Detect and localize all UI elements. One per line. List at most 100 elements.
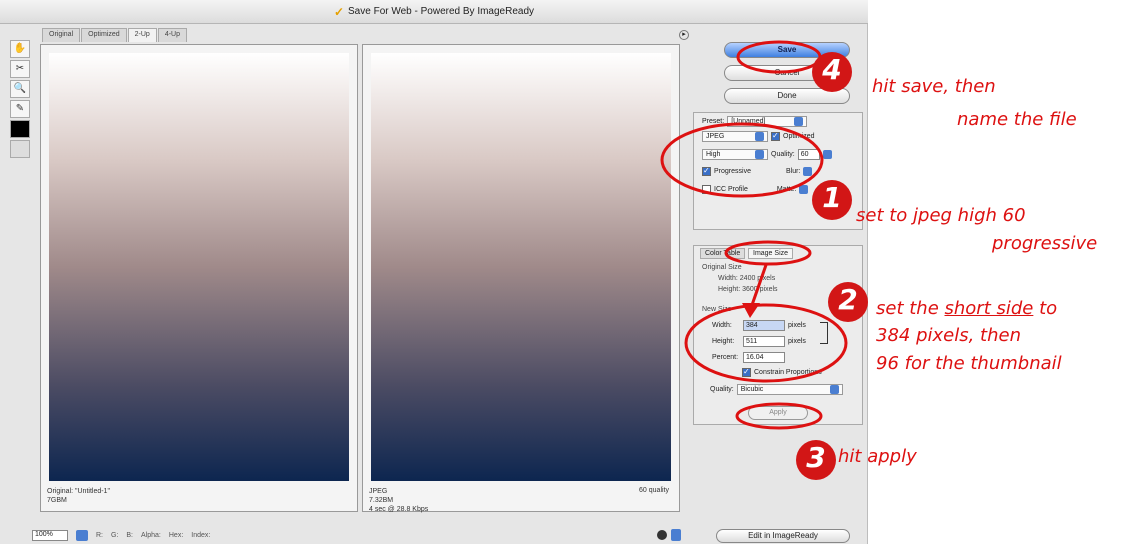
blur-slider-button[interactable]	[803, 167, 813, 176]
eyedropper-tool-icon[interactable]: ✎	[10, 100, 30, 118]
quality-level-value: High	[706, 150, 721, 158]
original-size: 7GBM	[47, 497, 67, 504]
format-value: JPEG	[706, 132, 725, 140]
index-readout: Index:	[191, 531, 211, 539]
app-icon: ✓	[333, 4, 345, 19]
red-readout: R:	[96, 531, 103, 539]
original-name: Original: "Untitled-1"	[47, 488, 110, 495]
quality-level-select[interactable]: High	[702, 149, 768, 160]
tab-2-up[interactable]: 2-Up	[127, 28, 157, 42]
hand-tool-icon[interactable]: ✋	[10, 40, 30, 58]
progressive-label: Progressive	[714, 168, 751, 175]
preset-select[interactable]: [Unnamed]	[727, 116, 808, 127]
quality-input[interactable]: 60	[797, 149, 820, 160]
quality-label: Quality:	[771, 151, 795, 158]
browser-preview-dropdown[interactable]	[671, 529, 681, 541]
optimized-download-time: 4 sec @ 28.8 Kbps	[369, 506, 429, 513]
image-size-panel	[693, 245, 863, 425]
title-bar: ✓ Save For Web - Powered By ImageReady	[0, 0, 868, 24]
original-preview-pane: Original: "Untitled-1" 7GBM	[40, 44, 358, 512]
slice-select-tool-icon[interactable]: ✂	[10, 60, 30, 78]
zoom-tool-icon[interactable]: 🔍	[10, 80, 30, 98]
step-2-line-2: 384 pixels, then	[876, 325, 1022, 346]
resample-quality-label: Quality:	[710, 386, 734, 393]
view-tabs: Original Optimized 2-Up 4-Up	[42, 28, 678, 42]
format-row: JPEG Optimized	[702, 131, 815, 142]
toggle-slices-icon[interactable]	[10, 140, 30, 158]
edit-in-imageready-button[interactable]: Edit in ImageReady	[716, 529, 850, 543]
optimized-quality: 60 quality	[639, 487, 669, 494]
step-2-badge: 2	[828, 282, 868, 322]
optimized-checkbox[interactable]	[771, 131, 780, 141]
original-image	[49, 53, 349, 481]
width-row: Width: 384 pixels	[712, 320, 806, 331]
zoom-dropdown-button[interactable]	[76, 529, 88, 541]
percent-row: Percent: 16.04	[712, 352, 785, 363]
blur-label: Blur:	[785, 168, 801, 175]
step-2-text-pre: set the	[876, 298, 945, 319]
constrain-proportions-checkbox[interactable]	[742, 367, 751, 377]
width-input[interactable]: 384	[743, 320, 785, 331]
icc-row: ICC Profile Matte:	[702, 185, 809, 194]
width-unit: pixels	[788, 322, 806, 329]
optimized-label: Optimized	[783, 133, 815, 140]
tab-color-table[interactable]: Color Table	[700, 248, 746, 259]
status-bar: 100% R: G: B: Alpha: Hex: Index:	[32, 528, 692, 542]
height-label: Height:	[712, 338, 735, 345]
eyedropper-color-swatch[interactable]	[10, 120, 30, 138]
matte-label: Matte:	[776, 186, 797, 193]
optimized-size: 7.32BM	[369, 497, 394, 504]
optimized-info: JPEG 7.32BM 4 sec @ 28.8 Kbps	[369, 487, 428, 514]
matte-dropdown-button[interactable]	[799, 185, 809, 194]
toolbox: ✋ ✂ 🔍 ✎	[10, 40, 32, 180]
icc-profile-checkbox[interactable]	[702, 185, 711, 194]
new-size-label: New Size	[702, 306, 732, 313]
original-size-label: Original Size	[702, 264, 742, 271]
save-for-web-window: ✓ Save For Web - Powered By ImageReady ✋…	[0, 0, 868, 544]
percent-input[interactable]: 16.04	[743, 352, 785, 363]
step-2-underlined-text: short side	[944, 298, 1034, 319]
apply-button[interactable]: Apply	[748, 406, 808, 420]
tab-image-size[interactable]: Image Size	[748, 248, 794, 259]
optimize-menu-icon[interactable]: ▸	[679, 30, 689, 40]
quality-row: High Quality: 60	[702, 149, 832, 160]
progressive-row: Progressive Blur:	[702, 166, 813, 176]
optimized-format: JPEG	[369, 488, 388, 495]
step-2-line-3: 96 for the thumbnail	[876, 353, 1062, 374]
original-width-readout: Width: 2400 pixels	[718, 275, 776, 282]
format-select[interactable]: JPEG	[702, 131, 768, 142]
chevron-down-icon	[755, 132, 764, 141]
height-input[interactable]: 511	[743, 336, 785, 347]
browser-preview-icon[interactable]	[657, 530, 667, 540]
optimized-image	[371, 53, 671, 481]
optimized-preview-pane: JPEG 7.32BM 4 sec @ 28.8 Kbps 60 quality	[362, 44, 680, 514]
tab-original[interactable]: Original	[42, 28, 81, 42]
resample-quality-select[interactable]: Bicubic	[736, 384, 843, 395]
step-3-badge: 3	[796, 440, 836, 480]
quality-slider-button[interactable]	[822, 150, 832, 159]
constrain-proportions-label: Constrain Proportions	[754, 369, 822, 376]
height-unit: pixels	[788, 338, 806, 345]
height-row: Height: 511 pixels	[712, 336, 806, 347]
preset-label: Preset:	[702, 118, 725, 125]
original-height-readout: Height: 3600 pixels	[718, 286, 778, 293]
green-readout: G:	[111, 531, 119, 539]
chevron-down-icon	[794, 117, 804, 126]
step-4-line-2: name the file	[957, 109, 1077, 130]
resample-quality-value: Bicubic	[740, 385, 764, 393]
tab-4-up[interactable]: 4-Up	[157, 28, 188, 42]
alpha-readout: Alpha:	[141, 531, 161, 539]
zoom-level-field[interactable]: 100%	[32, 529, 68, 541]
icc-profile-label: ICC Profile	[714, 186, 748, 193]
progressive-checkbox[interactable]	[702, 166, 711, 176]
constrain-link-icon	[820, 322, 828, 344]
blue-readout: B:	[126, 531, 134, 539]
step-1-line-1: set to jpeg high 60	[856, 205, 1026, 226]
resample-quality-row: Quality: Bicubic	[710, 384, 843, 395]
chevron-down-icon	[755, 150, 764, 159]
chevron-down-icon	[829, 385, 839, 394]
step-4-badge: 4	[812, 52, 852, 92]
original-info: Original: "Untitled-1" 7GBM	[47, 487, 110, 505]
tab-optimized[interactable]: Optimized	[81, 28, 127, 42]
window-title: Save For Web - Powered By ImageReady	[348, 6, 535, 17]
